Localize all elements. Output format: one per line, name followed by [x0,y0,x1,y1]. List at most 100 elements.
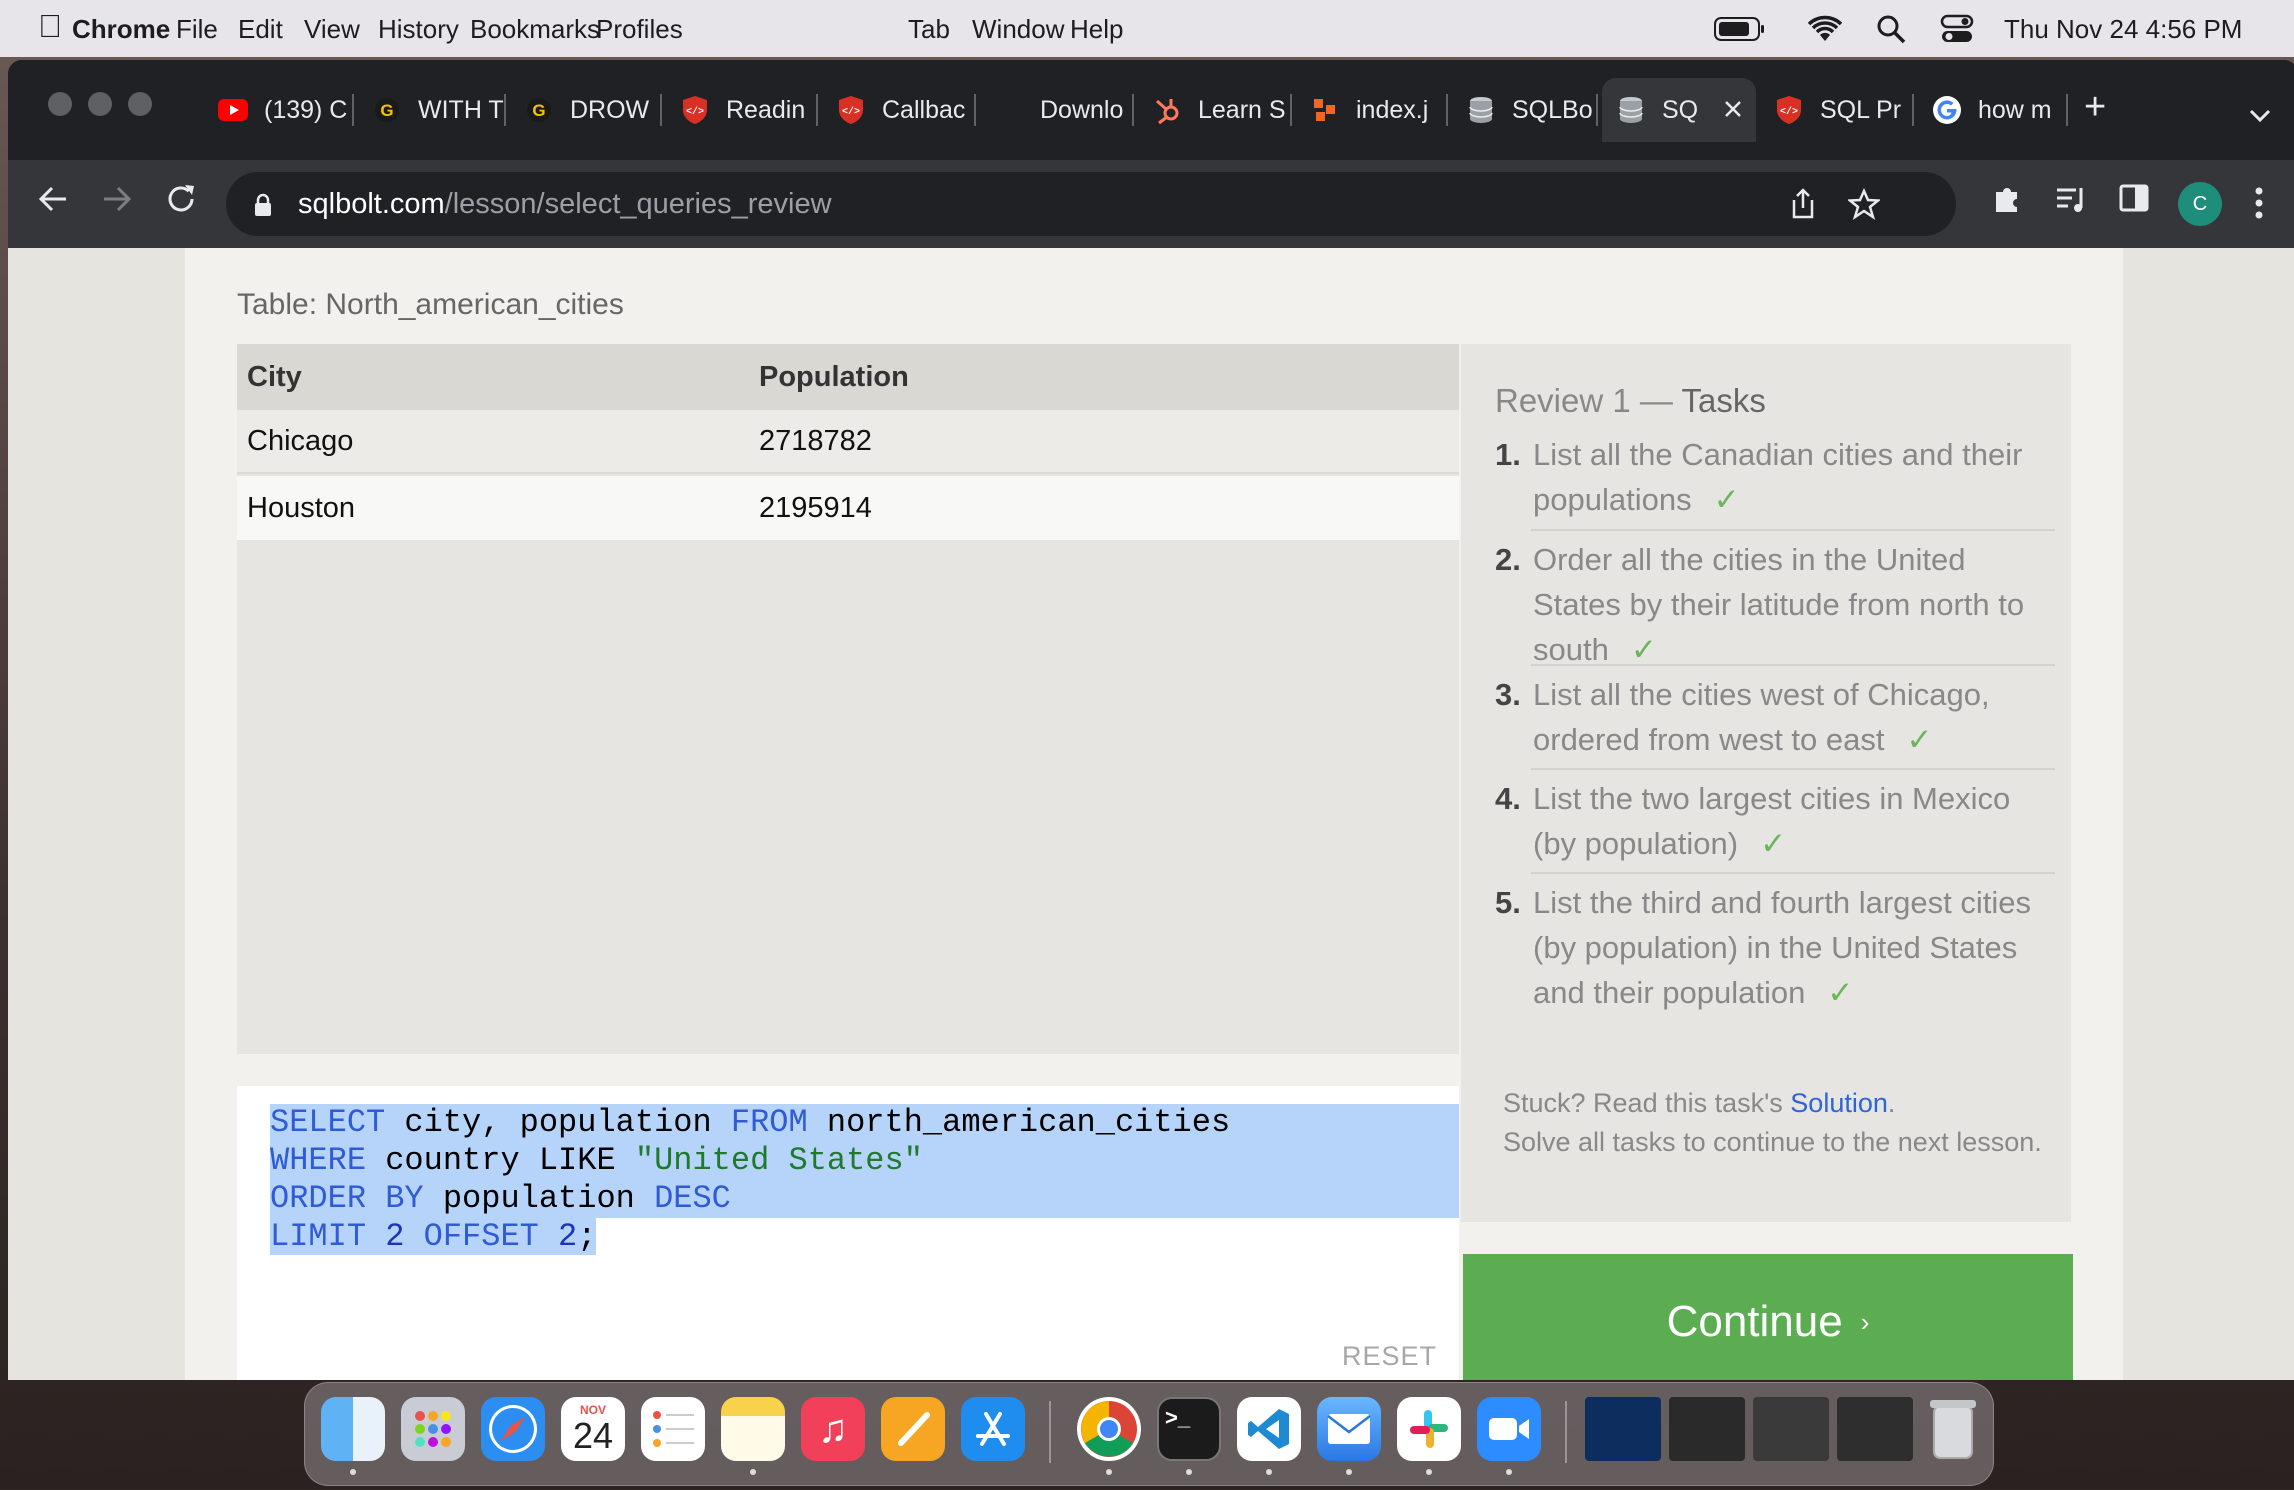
sql-query-code[interactable]: SELECT city, population FROM north_ameri… [270,1104,1459,1256]
trash-icon[interactable] [1921,1397,1985,1461]
continue-button[interactable]: Continue › [1463,1254,2073,1380]
dock-separator [1565,1401,1567,1463]
menu-view[interactable]: View [304,14,360,45]
task-complete-check-icon: ✓ [1827,975,1854,1010]
minimized-window-thumbnail[interactable] [1837,1397,1913,1461]
browser-tab[interactable]: SQLBo [1452,78,1598,142]
tab-separator [2066,94,2068,126]
mail-icon[interactable] [1317,1397,1381,1461]
pages-icon[interactable] [881,1397,945,1461]
minimized-window-thumbnail[interactable] [1753,1397,1829,1461]
menubar-clock[interactable]: Thu Nov 24 4:56 PM [2004,14,2242,45]
forward-arrow-icon[interactable] [100,182,134,225]
browser-tab[interactable]: Learn S [1138,78,1292,142]
spotlight-search-icon[interactable] [1876,10,1906,48]
window-minimize-button[interactable] [88,92,112,116]
minimized-window-thumbnail[interactable] [1585,1397,1661,1461]
zoom-icon[interactable] [1477,1397,1541,1461]
apple-icon[interactable]:  [38,8,62,45]
menu-app-name[interactable]: Chrome [72,14,170,45]
svg-text:G: G [532,101,545,120]
extensions-puzzle-icon[interactable] [1990,182,2024,225]
tab-title: index.j [1356,95,1429,124]
browser-tab[interactable]: G WITH T [358,78,506,142]
browser-tab[interactable]: Downlo [980,78,1134,142]
task-number: 4. [1495,781,1521,816]
svg-text:</>: </> [1780,106,1798,118]
reload-icon[interactable] [164,182,198,225]
shield-code-icon: </> [1774,95,1804,125]
browser-tab[interactable]: (139) C [204,78,354,142]
chrome-icon[interactable] [1077,1397,1141,1461]
address-bar[interactable]: sqlbolt.com/lesson/select_queries_review [226,172,1956,236]
cell-city: Houston [247,491,356,524]
bookmark-star-icon[interactable] [1846,187,1882,228]
share-icon[interactable] [1790,188,1816,228]
side-panel-icon[interactable] [2118,182,2150,223]
profile-avatar[interactable]: C [2178,182,2222,226]
sql-token: country LIKE [366,1142,635,1179]
menu-window[interactable]: Window [972,14,1064,45]
chrome-window: (139) C G WITH T G DROW </> Readin </> Callbac Do… [8,60,2294,1380]
safari-icon[interactable] [481,1397,545,1461]
menu-bookmarks[interactable]: Bookmarks [470,14,600,45]
finder-icon[interactable] [321,1397,385,1461]
menu-profiles[interactable]: Profiles [596,14,683,45]
tab-separator [1446,94,1448,126]
app-store-icon[interactable] [961,1397,1025,1461]
tab-search-chevron-icon[interactable] [2248,94,2272,133]
tab-title: WITH T [418,95,504,124]
launchpad-icon[interactable] [401,1397,465,1461]
browser-tab[interactable]: </> Readin [666,78,818,142]
database-icon [1466,95,1496,125]
wifi-icon[interactable] [1808,10,1842,48]
table-row: Chicago 2718782 [237,410,1459,474]
media-control-icon[interactable] [2054,182,2088,225]
database-icon [1616,95,1646,125]
browser-tab[interactable]: how m [1918,78,2068,142]
menu-file[interactable]: File [176,14,218,45]
menu-tab[interactable]: Tab [908,14,950,45]
vscode-icon[interactable] [1237,1397,1301,1461]
sql-number: 2 [385,1218,405,1255]
youtube-icon [218,95,248,125]
calendar-icon[interactable]: NOV 24 [561,1397,625,1461]
task-number: 3. [1495,677,1521,712]
slack-icon[interactable] [1397,1397,1461,1461]
task-complete-check-icon: ✓ [1906,722,1933,757]
window-close-button[interactable] [48,92,72,116]
new-tab-button[interactable]: + [2084,86,2106,129]
control-center-icon[interactable] [1940,10,1974,48]
selected-text: LIMIT 2 OFFSET 2; [270,1218,597,1255]
terminal-icon[interactable]: >_ [1157,1397,1221,1461]
browser-tab[interactable]: index.j [1296,78,1448,142]
running-indicator [1266,1469,1272,1475]
column-header-population: Population [759,360,909,393]
solution-link[interactable]: Solution [1790,1088,1888,1118]
menu-edit[interactable]: Edit [238,14,283,45]
sql-editor[interactable]: SELECT city, population FROM north_ameri… [237,1086,1459,1380]
close-tab-icon[interactable] [1724,96,1742,125]
menu-help[interactable]: Help [1070,14,1123,45]
task-item: 4. List the two largest cities in Mexico… [1495,776,2055,866]
menu-history[interactable]: History [378,14,459,45]
lock-icon[interactable] [254,192,272,225]
tab-active[interactable]: SQ [1602,78,1756,142]
music-icon[interactable]: ♫ [801,1397,865,1461]
notes-icon[interactable] [721,1397,785,1461]
shield-code-icon: </> [836,95,866,125]
reset-button[interactable]: RESET [1342,1341,1437,1372]
browser-tab[interactable]: G DROW [510,78,662,142]
minimized-window-thumbnail[interactable] [1669,1397,1745,1461]
chrome-menu-icon[interactable] [2254,186,2264,229]
browser-tab[interactable]: </> SQL Pr [1760,78,1914,142]
reminders-icon[interactable] [641,1397,705,1461]
back-arrow-icon[interactable] [36,182,70,225]
grammarly-g-icon: G [372,95,402,125]
running-indicator [1426,1469,1432,1475]
window-zoom-button[interactable] [128,92,152,116]
running-indicator [1346,1469,1352,1475]
browser-tab[interactable]: </> Callbac [822,78,976,142]
battery-icon[interactable] [1714,10,1766,48]
tab-separator [1290,94,1292,126]
